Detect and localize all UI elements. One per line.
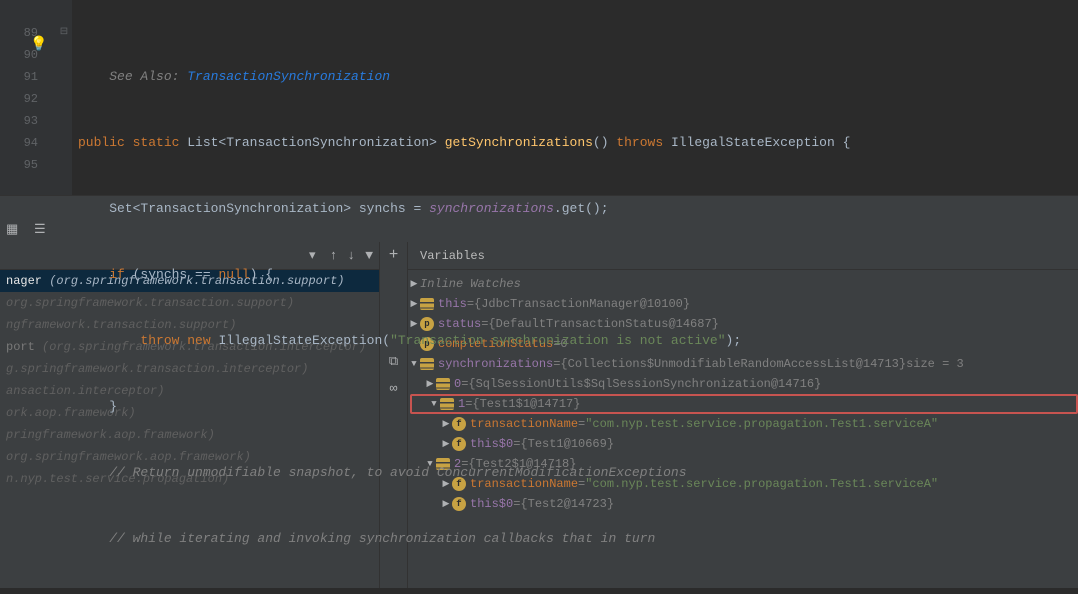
code-editor[interactable]: 💡 See Also: TransactionSynchronization p… xyxy=(72,0,1078,195)
line-number: 93 xyxy=(0,110,38,132)
line-number xyxy=(0,0,38,22)
intention-bulb-icon[interactable]: 💡 xyxy=(30,34,47,56)
line-number: 91 xyxy=(0,66,38,88)
layout-icon[interactable]: ▦ xyxy=(6,222,22,238)
line-number: 94 xyxy=(0,132,38,154)
fold-column: ⊟ xyxy=(56,0,72,195)
line-number: 92 xyxy=(0,88,38,110)
javadoc-label: See Also: xyxy=(109,69,187,84)
line-number-gutter: 89 90 91 92 93 94 95 xyxy=(0,0,56,195)
editor-area: 89 90 91 92 93 94 95 ⊟ 💡 See Also: Trans… xyxy=(0,0,1078,196)
javadoc-link[interactable]: TransactionSynchronization xyxy=(187,69,390,84)
settings-icon[interactable]: ☰ xyxy=(34,222,50,238)
fold-toggle[interactable]: ⊟ xyxy=(56,22,72,44)
line-number: 95 xyxy=(0,154,38,176)
